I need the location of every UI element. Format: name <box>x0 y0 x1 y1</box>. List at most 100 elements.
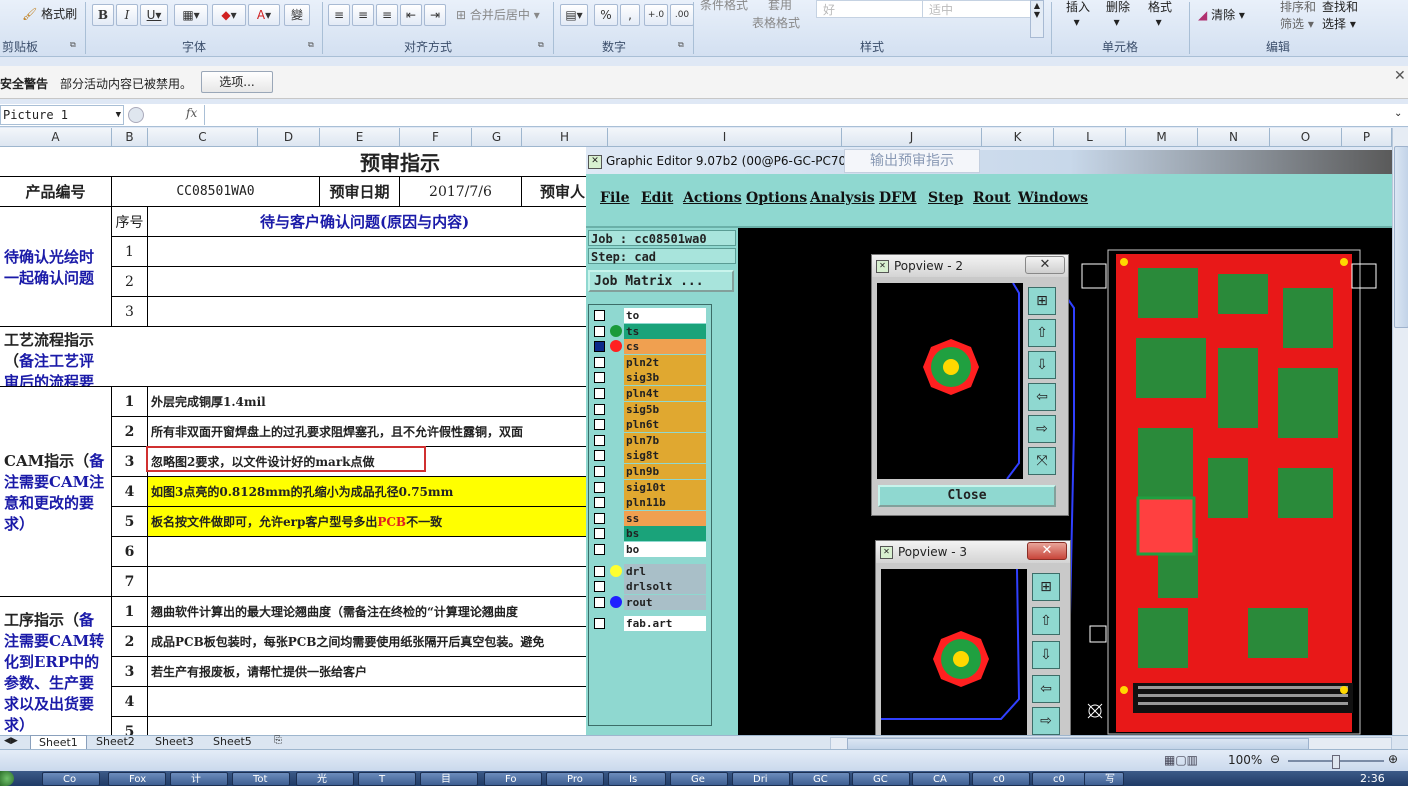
layer-checkbox[interactable] <box>594 512 605 524</box>
layer-checkbox[interactable] <box>594 450 605 462</box>
zoom-out-icon[interactable]: ⤧ <box>1028 447 1056 475</box>
layer-row-drlsolt[interactable]: drlsolt <box>592 579 706 595</box>
layer-checkbox[interactable] <box>594 388 605 399</box>
column-header[interactable]: J <box>842 128 982 146</box>
product-no-value[interactable]: CC08501WA0 <box>112 177 320 207</box>
column-header[interactable]: E <box>320 128 400 146</box>
row-number[interactable]: 3 <box>112 447 148 477</box>
taskbar-button[interactable]: 写 <box>1084 772 1124 786</box>
menu-edit[interactable]: Edit <box>641 190 673 206</box>
layer-row-fab-art[interactable]: fab.art <box>592 616 706 632</box>
close-icon[interactable]: ✕ <box>1394 68 1406 84</box>
currency-button[interactable]: ▤▾ <box>560 4 588 26</box>
layer-row-sig10t[interactable]: sig10t <box>592 479 706 495</box>
layer-checkbox[interactable] <box>594 544 605 555</box>
font-launcher-icon[interactable]: ⧉ <box>308 40 314 50</box>
menu-step[interactable]: Step <box>928 190 963 206</box>
menu-analysis[interactable]: Analysis <box>810 190 875 206</box>
confirm-cell[interactable] <box>148 237 586 267</box>
row-number[interactable]: 5 <box>112 507 148 537</box>
row-number[interactable]: 7 <box>112 567 148 597</box>
pan-left-icon[interactable]: ⇦ <box>1028 383 1056 411</box>
menu-file[interactable]: File <box>600 190 629 206</box>
decrease-indent-button[interactable]: ⇤ <box>400 4 422 26</box>
layer-checkbox[interactable] <box>594 528 605 540</box>
row-number[interactable]: 1 <box>112 237 148 267</box>
taskbar-button[interactable]: Fo <box>484 772 542 786</box>
insert-button[interactable]: 插入 ▾ <box>1066 0 1090 29</box>
row-number[interactable]: 2 <box>112 627 148 657</box>
row-number[interactable]: 4 <box>112 687 148 717</box>
pan-right-icon[interactable]: ⇨ <box>1032 707 1060 735</box>
taskbar-button[interactable]: Is <box>608 772 666 786</box>
decrease-decimal-button[interactable]: .00 <box>670 4 694 26</box>
view-buttons[interactable]: ▦▢▥ <box>1164 753 1198 767</box>
layer-checkbox[interactable] <box>594 618 605 630</box>
menu-dfm[interactable]: DFM <box>879 190 917 206</box>
layer-row-bs[interactable]: bs <box>592 526 706 542</box>
delete-button[interactable]: 删除 ▾ <box>1106 0 1130 29</box>
op-section-label[interactable]: 工序指示（备注需要CAM转化到ERP中的参数、生产要求以及出货要求） <box>0 597 112 735</box>
confirm-section-label[interactable]: 待确认光绘时一起确认问题 <box>0 207 112 327</box>
underline-button[interactable]: U▾ <box>140 4 168 26</box>
zoom-out-icon[interactable]: ⊖ <box>1270 752 1280 766</box>
border-button[interactable]: ▦▾ <box>174 4 208 26</box>
conditional-format-button[interactable]: 条件格式 <box>700 0 748 13</box>
cam-instruction-cell[interactable]: 板名按文件做即可，允许erp客户型号多出 PCB 不一致 <box>148 507 586 537</box>
percent-button[interactable]: % <box>594 4 618 26</box>
row-number[interactable]: 4 <box>112 477 148 507</box>
popview-2-titlebar[interactable]: ✕ Popview - 2 ✕ <box>872 255 1068 277</box>
align-left-button[interactable]: ≡ <box>328 4 350 26</box>
style-good-cell[interactable]: 好 <box>816 0 926 18</box>
column-header[interactable]: F <box>400 128 472 146</box>
taskbar-button[interactable]: GC <box>852 772 910 786</box>
layer-row-to[interactable]: to <box>592 308 706 323</box>
layer-row-pln6t[interactable]: pln6t <box>592 417 706 433</box>
layer-row-ss[interactable]: ss <box>592 510 706 526</box>
taskbar-button[interactable]: 目 <box>420 772 478 786</box>
styles-scroll[interactable]: ▲ ▼ <box>1030 0 1044 38</box>
tab-sheet5[interactable]: Sheet5 <box>213 735 252 749</box>
format-painter-button[interactable]: 🖌 格式刷 <box>22 5 77 22</box>
pan-up-icon[interactable]: ⇧ <box>1028 319 1056 347</box>
taskbar-button[interactable]: Dri <box>732 772 790 786</box>
zoom-fit-icon[interactable]: ⊞ <box>1032 573 1060 601</box>
row-number[interactable]: 3 <box>112 657 148 687</box>
layer-row-pln7b[interactable]: pln7b <box>592 432 706 448</box>
row-number[interactable]: 5 <box>112 717 148 735</box>
layer-row-drl[interactable]: drl <box>592 563 706 579</box>
sheet-title[interactable]: 预审指示 <box>0 147 586 177</box>
row-number[interactable]: 3 <box>112 297 148 327</box>
phonetic-button[interactable]: 變 <box>284 4 310 26</box>
column-header[interactable]: L <box>1054 128 1126 146</box>
taskbar-button[interactable]: c0 <box>972 772 1030 786</box>
pan-left-icon[interactable]: ⇦ <box>1032 675 1060 703</box>
taskbar-button[interactable]: CA <box>912 772 970 786</box>
layer-checkbox[interactable] <box>594 497 605 509</box>
layer-row-ts[interactable]: ts <box>592 323 706 339</box>
cam-instruction-cell[interactable]: 所有非双面开窗焊盘上的过孔要求阻焊塞孔，且不允许假性露铜，双面 <box>148 417 586 447</box>
italic-button[interactable]: I <box>116 4 138 26</box>
zoom-slider-thumb[interactable] <box>1332 755 1340 769</box>
taskbar-button[interactable]: Ge <box>670 772 728 786</box>
increase-decimal-button[interactable]: +.0 <box>644 4 668 26</box>
column-header[interactable]: I <box>608 128 842 146</box>
zoom-in-icon[interactable]: ⊕ <box>1388 752 1398 766</box>
layer-checkbox[interactable] <box>594 419 605 431</box>
layer-checkbox[interactable] <box>594 434 605 446</box>
column-header[interactable]: B <box>112 128 148 146</box>
formula-bar-toggle[interactable] <box>128 107 144 123</box>
vertical-scrollbar[interactable] <box>1392 128 1408 735</box>
layer-checkbox[interactable] <box>594 325 605 337</box>
pan-right-icon[interactable]: ⇨ <box>1028 415 1056 443</box>
layer-row-cs[interactable]: cs <box>592 339 706 355</box>
chevron-down-icon[interactable]: ▼ <box>116 106 121 124</box>
layer-checkbox[interactable] <box>594 310 605 321</box>
align-right-button[interactable]: ≡ <box>376 4 398 26</box>
clear-button[interactable]: ◢ 清除 ▾ <box>1198 6 1245 23</box>
fx-icon[interactable]: fx <box>186 106 197 120</box>
fill-color-button[interactable]: ◆▾ <box>212 4 246 26</box>
layer-checkbox[interactable] <box>594 466 605 477</box>
taskbar-button[interactable]: c0 <box>1032 772 1090 786</box>
layer-checkbox[interactable] <box>594 341 605 353</box>
